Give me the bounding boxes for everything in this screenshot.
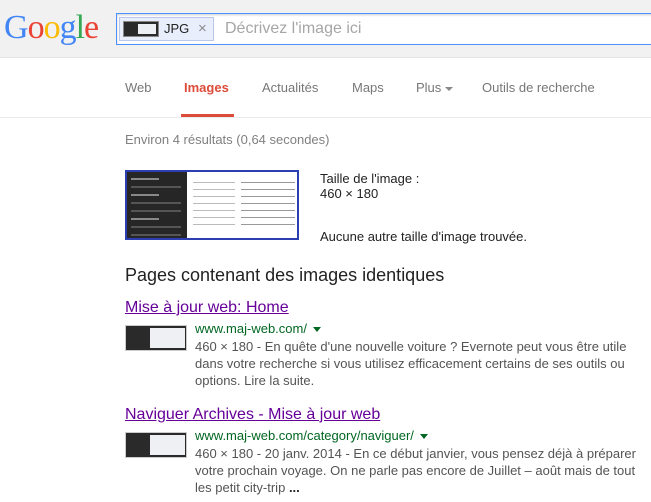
result-title-link[interactable]: Mise à jour web: Home bbox=[125, 299, 645, 317]
query-image-thumbnail bbox=[123, 21, 159, 37]
chip-label: JPG bbox=[164, 21, 190, 36]
caret-down-icon[interactable] bbox=[312, 327, 321, 333]
image-size-label: Taille de l'image : bbox=[320, 171, 420, 186]
chevron-down-icon bbox=[445, 86, 454, 91]
result-snippet: 460 × 180 - 20 janv. 2014 - En ce début … bbox=[195, 445, 645, 496]
snippet-line: 460 × 180 - 20 janv. 2014 - En ce début … bbox=[195, 446, 636, 461]
snippet-text: les petit city-trip bbox=[195, 480, 286, 495]
result-thumbnail[interactable] bbox=[125, 432, 187, 458]
tab-plus[interactable]: Plus bbox=[416, 80, 454, 95]
query-image-preview[interactable] bbox=[125, 170, 299, 240]
snippet-line: votre prochain voyage. On ne parle pas e… bbox=[195, 463, 636, 478]
tab-web[interactable]: Web bbox=[125, 80, 152, 95]
snippet-ellipsis: ... bbox=[288, 480, 300, 495]
logo-letter: o bbox=[43, 9, 61, 46]
result-title-link[interactable]: Naviguer Archives - Mise à jour web bbox=[125, 406, 645, 424]
tab-search-tools[interactable]: Outils de recherche bbox=[482, 80, 595, 95]
snippet-line: dans votre recherche si vous utilisez ef… bbox=[195, 356, 625, 371]
tab-images[interactable]: Images bbox=[184, 80, 229, 95]
result-stats: Environ 4 résultats (0,64 secondes) bbox=[125, 132, 330, 147]
tab-maps[interactable]: Maps bbox=[352, 80, 384, 95]
result-url: www.maj-web.com/ bbox=[195, 321, 645, 337]
logo-letter: g bbox=[59, 9, 77, 46]
search-box[interactable]: JPG × bbox=[116, 13, 651, 45]
result-url-text: www.maj-web.com/category/naviguer/ bbox=[195, 428, 414, 443]
tab-actualites[interactable]: Actualités bbox=[262, 80, 318, 95]
preview-text bbox=[239, 176, 297, 236]
close-icon[interactable]: × bbox=[198, 20, 207, 37]
image-query-chip[interactable]: JPG × bbox=[119, 17, 214, 41]
result-url-text: www.maj-web.com/ bbox=[195, 321, 307, 336]
logo-letter: G bbox=[4, 9, 29, 46]
search-result: Naviguer Archives - Mise à jour web www.… bbox=[125, 406, 645, 496]
preview-list bbox=[189, 176, 239, 236]
result-snippet: 460 × 180 - En quête d'une nouvelle voit… bbox=[195, 338, 645, 389]
caret-down-icon[interactable] bbox=[419, 434, 428, 440]
snippet-line: options. Lire la suite. bbox=[195, 373, 315, 388]
no-other-sizes: Aucune autre taille d'image trouvée. bbox=[320, 229, 527, 244]
tab-plus-label: Plus bbox=[416, 80, 442, 95]
search-result: Mise à jour web: Home www.maj-web.com/ 4… bbox=[125, 299, 645, 389]
search-tabs: Web Images Actualités Maps Plus Outils d… bbox=[0, 58, 651, 118]
google-logo[interactable]: Google bbox=[4, 9, 99, 46]
section-title: Pages contenant des images identiques bbox=[125, 265, 445, 285]
logo-letter: e bbox=[84, 9, 99, 46]
snippet-line: les petit city-trip ... bbox=[195, 479, 645, 496]
image-size-value: 460 × 180 bbox=[320, 186, 379, 201]
active-tab-indicator bbox=[181, 114, 234, 117]
result-url: www.maj-web.com/category/naviguer/ bbox=[195, 428, 645, 444]
snippet-line: 460 × 180 - En quête d'une nouvelle voit… bbox=[195, 339, 627, 354]
search-input[interactable] bbox=[225, 18, 651, 40]
preview-sidebar bbox=[127, 172, 187, 238]
header-bar: Google JPG × bbox=[0, 0, 651, 58]
result-thumbnail[interactable] bbox=[125, 325, 187, 351]
logo-letter: l bbox=[75, 9, 86, 46]
logo-letter: o bbox=[27, 9, 45, 46]
image-info: Taille de l'image : 460 × 180 Aucune aut… bbox=[320, 171, 527, 244]
